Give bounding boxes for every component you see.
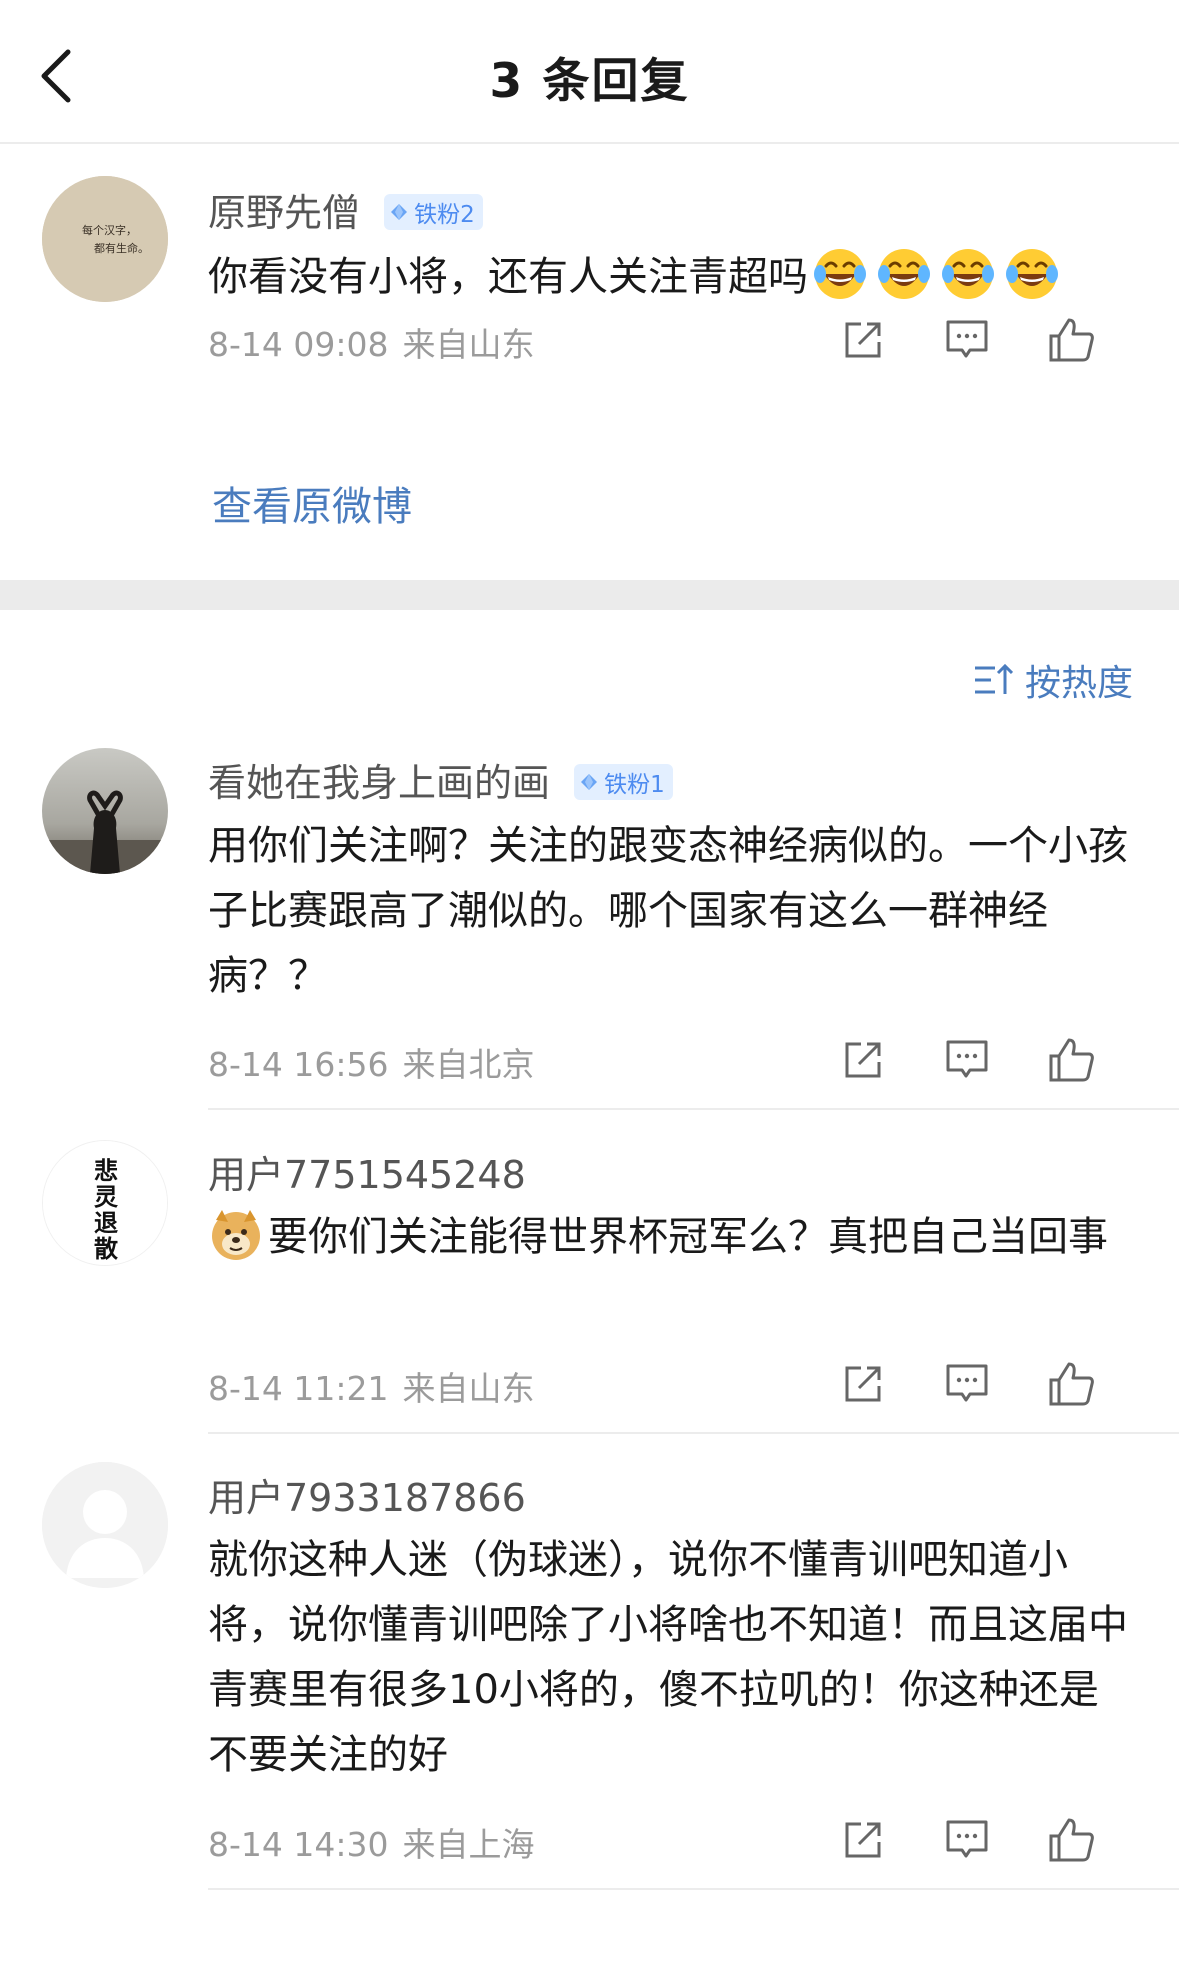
author-name-text[interactable]: 看她在我身上画的画 bbox=[208, 761, 550, 805]
reply-meta: 8-14 14:30 来自上海 bbox=[208, 1818, 535, 1866]
like-button[interactable] bbox=[1043, 1812, 1099, 1868]
sort-toggle[interactable]: 按热度 bbox=[973, 654, 1133, 706]
author-name[interactable]: 原野先僧 铁粉2 bbox=[208, 182, 483, 237]
share-button[interactable] bbox=[835, 1032, 891, 1088]
comment-icon bbox=[946, 1820, 988, 1858]
doge-emoji-icon bbox=[212, 1210, 260, 1260]
fan-badge: 铁粉1 bbox=[574, 763, 673, 800]
location: 来自北京 bbox=[402, 1045, 535, 1084]
timestamp: 8-14 16:56 bbox=[208, 1045, 389, 1084]
diamond-icon bbox=[581, 773, 598, 790]
comment-button[interactable] bbox=[939, 312, 995, 368]
reply-divider bbox=[208, 1108, 1179, 1110]
comment-button[interactable] bbox=[939, 1356, 995, 1412]
action-bar bbox=[835, 312, 1135, 372]
comment-content: 你看没有小将，还有人关注青超吗 bbox=[208, 244, 1128, 310]
avatar[interactable] bbox=[42, 1462, 168, 1588]
comment-button[interactable] bbox=[939, 1032, 995, 1088]
comment-icon bbox=[946, 1364, 988, 1402]
avatar-calligraphy-image: 每个汉字， 都有生命。 bbox=[42, 176, 168, 302]
reply-meta: 8-14 16:56 来自北京 bbox=[208, 1038, 535, 1086]
location: 来自山东 bbox=[402, 1369, 535, 1408]
comment-meta: 8-14 09:08 来自山东 bbox=[208, 318, 535, 366]
page: 3 条回复 每个汉字， 都有生命。 原野先僧 铁粉2 你看没有小将，还有人关注青… bbox=[0, 0, 1179, 1978]
svg-text:散: 散 bbox=[94, 1234, 118, 1263]
svg-text:都有生命。: 都有生命。 bbox=[94, 241, 149, 255]
comment-icon bbox=[946, 320, 988, 358]
action-bar bbox=[835, 1356, 1135, 1416]
emoji-group bbox=[808, 249, 1064, 300]
sort-label: 按热度 bbox=[1024, 663, 1133, 704]
original-comment: 每个汉字， 都有生命。 原野先僧 铁粉2 你看没有小将，还有人关注青超吗 8-1… bbox=[0, 146, 1179, 580]
like-icon bbox=[1049, 1362, 1094, 1406]
laugh-cry-emoji-icon bbox=[814, 249, 866, 299]
comment-text: 你看没有小将，还有人关注青超吗 bbox=[208, 254, 808, 300]
svg-text:灵: 灵 bbox=[94, 1182, 118, 1211]
like-icon bbox=[1049, 1038, 1094, 1082]
reply-content: 用你们关注啊？关注的跟变态神经病似的。一个小孩子比赛跟高了潮似的。哪个国家有这么… bbox=[208, 823, 1128, 999]
like-button[interactable] bbox=[1043, 312, 1099, 368]
share-button[interactable] bbox=[835, 312, 891, 368]
author-name[interactable]: 用户7933187866 bbox=[208, 1467, 526, 1522]
share-icon bbox=[845, 1822, 881, 1858]
like-icon bbox=[1049, 318, 1094, 362]
share-button[interactable] bbox=[835, 1356, 891, 1412]
reply-text: 要你们关注能得世界杯冠军么？真把自己当回事 bbox=[268, 1214, 1108, 1260]
share-icon bbox=[845, 1366, 881, 1402]
share-button[interactable] bbox=[835, 1812, 891, 1868]
like-button[interactable] bbox=[1043, 1356, 1099, 1412]
svg-text:悲: 悲 bbox=[94, 1156, 118, 1185]
like-button[interactable] bbox=[1043, 1032, 1099, 1088]
sort-icon bbox=[974, 663, 1013, 694]
laugh-cry-emoji-icon bbox=[1006, 249, 1058, 299]
comment-icon bbox=[946, 1040, 988, 1078]
location: 来自上海 bbox=[402, 1825, 535, 1864]
share-icon bbox=[845, 322, 881, 358]
avatar-calligraphy-image: 悲 灵 退 散 bbox=[43, 1141, 167, 1265]
reply-meta: 8-14 11:21 来自山东 bbox=[208, 1362, 535, 1410]
timestamp: 8-14 09:08 bbox=[208, 325, 389, 364]
avatar[interactable]: 每个汉字， 都有生命。 bbox=[42, 176, 168, 302]
location: 来自山东 bbox=[402, 325, 535, 364]
default-avatar-icon bbox=[42, 1462, 168, 1588]
avatar[interactable] bbox=[42, 748, 168, 874]
badge-label: 铁粉2 bbox=[414, 201, 475, 228]
fan-badge: 铁粉2 bbox=[384, 193, 483, 230]
reply-content: 要你们关注能得世界杯冠军么？真把自己当回事 bbox=[208, 1204, 1128, 1270]
author-name-text[interactable]: 原野先僧 bbox=[208, 191, 360, 235]
action-bar bbox=[835, 1812, 1135, 1872]
view-original-post-link[interactable]: 查看原微博 bbox=[212, 474, 412, 532]
diamond-icon bbox=[391, 203, 408, 220]
author-name[interactable]: 看她在我身上画的画 铁粉1 bbox=[208, 752, 673, 807]
badge-label: 铁粉1 bbox=[604, 771, 665, 798]
timestamp: 8-14 11:21 bbox=[208, 1369, 389, 1408]
svg-text:每个汉字，: 每个汉字， bbox=[82, 223, 137, 237]
svg-text:退: 退 bbox=[94, 1208, 118, 1237]
reply-content: 就你这种人迷（伪球迷），说你不懂青训吧知道小将，说你懂青训吧除了小将啥也不知道！… bbox=[208, 1537, 1128, 1778]
avatar[interactable]: 悲 灵 退 散 bbox=[42, 1140, 168, 1266]
share-icon bbox=[845, 1042, 881, 1078]
avatar-photo-image bbox=[42, 748, 168, 874]
comment-button[interactable] bbox=[939, 1812, 995, 1868]
reply-divider bbox=[208, 1432, 1179, 1434]
action-bar bbox=[835, 1032, 1135, 1092]
author-name[interactable]: 用户7751545248 bbox=[208, 1144, 526, 1199]
timestamp: 8-14 14:30 bbox=[208, 1825, 389, 1864]
laugh-cry-emoji-icon bbox=[942, 249, 994, 299]
like-icon bbox=[1049, 1818, 1094, 1862]
section-divider bbox=[0, 580, 1179, 610]
page-title: 3 条回复 bbox=[489, 54, 690, 109]
laugh-cry-emoji-icon bbox=[878, 249, 930, 299]
header: 3 条回复 bbox=[0, 0, 1179, 144]
reply-divider bbox=[208, 1888, 1179, 1890]
